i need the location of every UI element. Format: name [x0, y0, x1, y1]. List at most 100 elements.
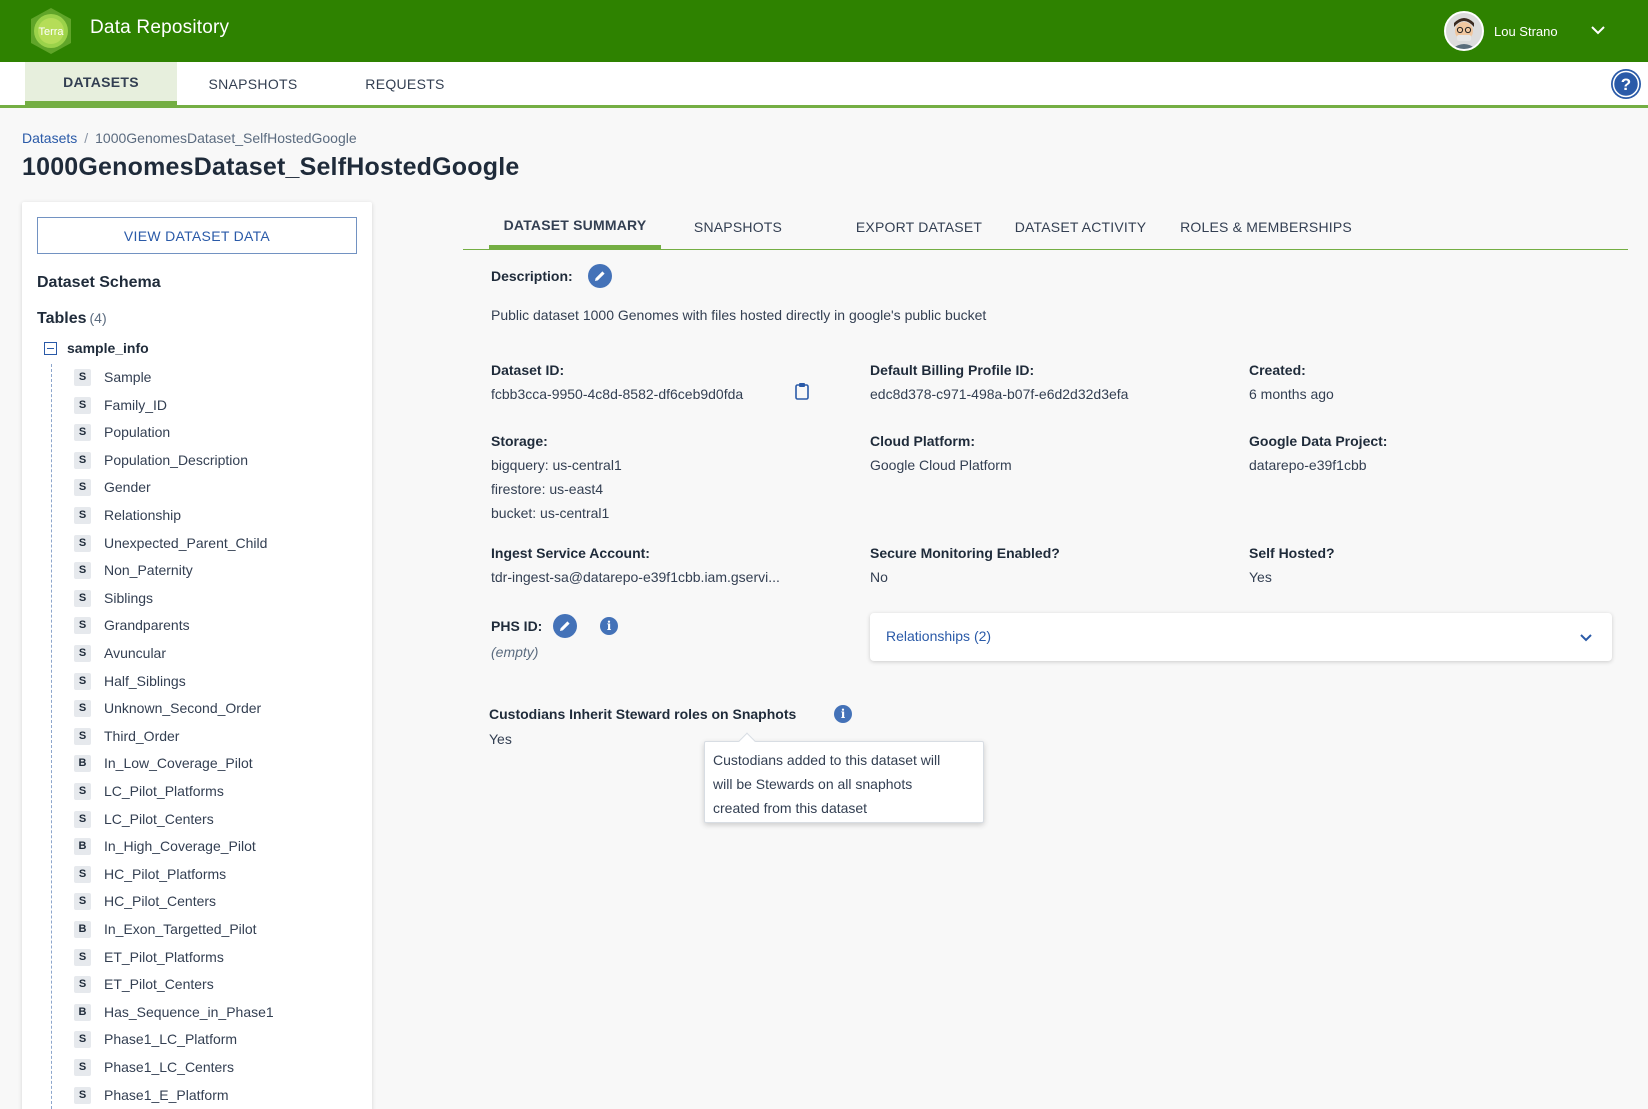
column-name[interactable]: Third_Order — [104, 728, 179, 744]
app-title[interactable]: Data Repository — [90, 17, 229, 39]
ingest-account-value: tdr-ingest-sa@datarepo-e39f1cbb.iam.gser… — [491, 569, 780, 585]
tables-label: Tables — [37, 310, 87, 327]
help-icon[interactable]: ? — [1610, 68, 1642, 100]
chevron-down-icon[interactable] — [1586, 18, 1610, 42]
tab-export-dataset[interactable]: EXPORT DATASET — [843, 205, 995, 249]
column-type-badge: S — [74, 727, 91, 745]
column-name[interactable]: Unexpected_Parent_Child — [104, 535, 267, 551]
column-type-badge: S — [74, 561, 91, 579]
billing-profile-value: edc8d378-c971-498a-b07f-e6d2d32d3efa — [870, 386, 1129, 402]
column-name[interactable]: In_Exon_Targetted_Pilot — [104, 921, 257, 937]
relationships-panel[interactable]: Relationships (2) — [870, 613, 1612, 661]
column-name[interactable]: Grandparents — [104, 617, 190, 633]
table-node-sample-info[interactable]: sample_info — [44, 340, 149, 356]
terra-logo-icon[interactable]: Terra — [26, 6, 76, 56]
top-header: Terra Data Repository Lou Strano — [0, 0, 1648, 62]
custodians-value: Yes — [489, 731, 512, 747]
column-type-badge: S — [74, 782, 91, 800]
column-type-badge: B — [74, 837, 91, 855]
view-dataset-data-button[interactable]: VIEW DATASET DATA — [37, 217, 357, 254]
secure-monitoring-label: Secure Monitoring Enabled? — [870, 545, 1060, 561]
column-name[interactable]: Siblings — [104, 590, 153, 606]
edit-description-button[interactable] — [588, 264, 612, 288]
column-type-badge: S — [74, 644, 91, 662]
column-type-badge: S — [74, 396, 91, 414]
pencil-icon — [560, 621, 570, 631]
secure-monitoring-value: No — [870, 569, 888, 585]
user-menu[interactable]: Lou Strano — [1438, 0, 1648, 62]
svg-text:?: ? — [1621, 75, 1631, 94]
nav-tab-snapshots[interactable]: SNAPSHOTS — [177, 62, 329, 105]
column-name[interactable]: Unknown_Second_Order — [104, 700, 261, 716]
column-name[interactable]: Population — [104, 424, 170, 440]
column-tree: S Sample S Family_ID S Population S Population_… — [51, 364, 351, 1109]
breadcrumb: Datasets / 1000GenomesDataset_SelfHostedGo… — [22, 130, 357, 146]
tab-roles-memberships[interactable]: ROLES & MEMBERSHIPS — [1171, 205, 1361, 249]
info-icon[interactable]: i — [834, 705, 852, 723]
column-type-badge: S — [74, 534, 91, 552]
column-type-badge: S — [74, 451, 91, 469]
column-name[interactable]: Family_ID — [104, 397, 167, 413]
tables-count: (4) — [89, 310, 107, 326]
logo-text: Terra — [38, 26, 64, 38]
column-name[interactable]: LC_Pilot_Centers — [104, 811, 214, 827]
column-name[interactable]: ET_Pilot_Platforms — [104, 949, 224, 965]
breadcrumb-datasets-link[interactable]: Datasets — [22, 130, 77, 146]
collapse-icon[interactable] — [44, 341, 57, 355]
tab-dataset-activity[interactable]: DATASET ACTIVITY — [1003, 205, 1158, 249]
chevron-down-icon[interactable] — [1576, 627, 1596, 647]
google-project-value: datarepo-e39f1cbb — [1249, 457, 1367, 473]
user-name[interactable]: Lou Strano — [1494, 24, 1558, 39]
column-name[interactable]: In_High_Coverage_Pilot — [104, 838, 256, 854]
column-type-badge: S — [74, 478, 91, 496]
tab-snapshots[interactable]: SNAPSHOTS — [673, 205, 803, 249]
breadcrumb-separator: / — [84, 130, 89, 146]
user-avatar-icon — [1446, 13, 1482, 49]
edit-phs-id-button[interactable] — [553, 614, 577, 638]
avatar[interactable] — [1444, 11, 1484, 51]
column-name[interactable]: Phase1_E_Platform — [104, 1087, 229, 1103]
info-icon[interactable]: i — [600, 617, 618, 635]
description-value: Public dataset 1000 Genomes with files h… — [491, 307, 987, 323]
column-name[interactable]: Relationship — [104, 507, 181, 523]
description-label: Description: — [491, 268, 573, 284]
phs-id-label: PHS ID: — [491, 618, 543, 634]
nav-tab-requests[interactable]: REQUESTS — [329, 62, 481, 105]
column-name[interactable]: ET_Pilot_Centers — [104, 976, 214, 992]
column-name[interactable]: Non_Paternity — [104, 562, 193, 578]
column-name[interactable]: LC_Pilot_Platforms — [104, 783, 224, 799]
cloud-platform-value: Google Cloud Platform — [870, 457, 1012, 473]
self-hosted-value: Yes — [1249, 569, 1272, 585]
column-name[interactable]: Population_Description — [104, 452, 248, 468]
self-hosted-label: Self Hosted? — [1249, 545, 1335, 561]
nav-tab-datasets[interactable]: DATASETS — [25, 62, 177, 107]
column-type-badge: S — [74, 865, 91, 883]
column-name[interactable]: Avuncular — [104, 645, 166, 661]
dataset-id-value: fcbb3cca-9950-4c8d-8582-df6ceb9d0fda — [491, 386, 744, 402]
column-name[interactable]: Half_Siblings — [104, 673, 186, 689]
column-type-badge: S — [74, 975, 91, 993]
google-project-label: Google Data Project: — [1249, 433, 1388, 449]
clipboard-icon[interactable] — [795, 382, 809, 400]
column-name[interactable]: Phase1_LC_Platform — [104, 1031, 237, 1047]
column-name[interactable]: HC_Pilot_Centers — [104, 893, 216, 909]
table-name[interactable]: sample_info — [67, 340, 149, 356]
storage-bigquery: bigquery: us-central1 — [491, 457, 622, 473]
tooltip-line: will be Stewards on all snaphots — [713, 776, 913, 792]
column-name[interactable]: Phase1_LC_Centers — [104, 1059, 234, 1075]
column-name[interactable]: In_Low_Coverage_Pilot — [104, 755, 253, 771]
column-type-badge: S — [74, 616, 91, 634]
created-value: 6 months ago — [1249, 386, 1334, 402]
column-type-badge: S — [74, 699, 91, 717]
ingest-account-label: Ingest Service Account: — [491, 545, 650, 561]
tab-dataset-summary[interactable]: DATASET SUMMARY — [489, 205, 661, 250]
column-name[interactable]: HC_Pilot_Platforms — [104, 866, 226, 882]
column-name[interactable]: Sample — [104, 369, 151, 385]
column-name[interactable]: Has_Sequence_in_Phase1 — [104, 1004, 274, 1020]
schema-sidebar: VIEW DATASET DATA Dataset Schema Tables(… — [22, 202, 372, 1109]
column-type-badge: S — [74, 1030, 91, 1048]
column-type-badge: S — [74, 1058, 91, 1076]
breadcrumb-current: 1000GenomesDataset_SelfHostedGoogle — [95, 130, 357, 146]
column-name[interactable]: Gender — [104, 479, 151, 495]
relationships-label[interactable]: Relationships (2) — [886, 628, 991, 644]
